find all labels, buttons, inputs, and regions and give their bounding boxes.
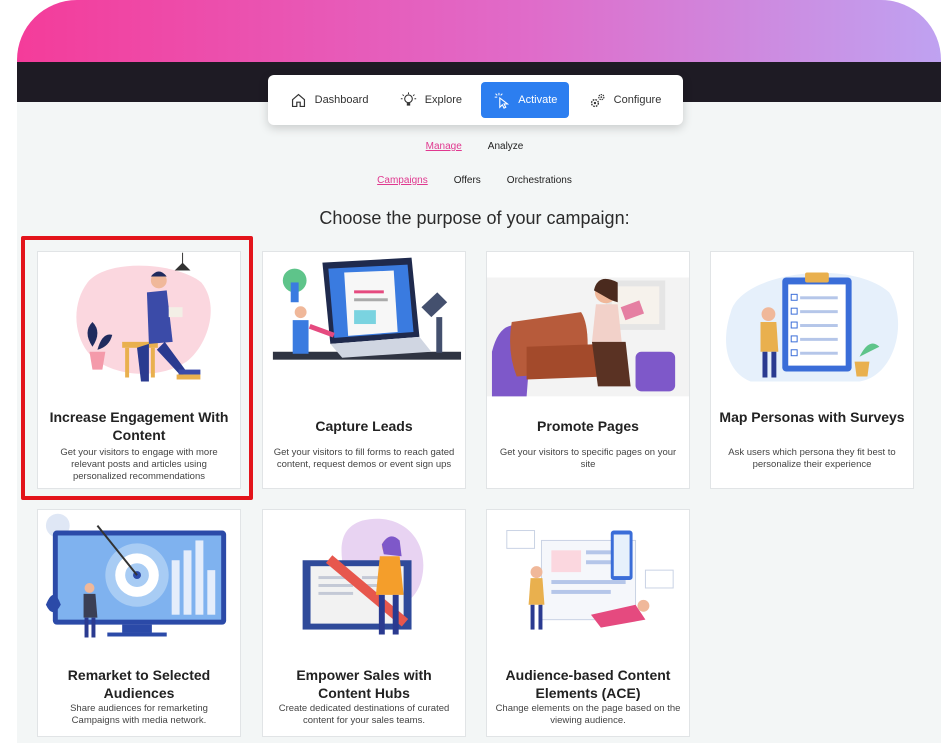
card-description: Get your visitors to engage with more re…	[60, 447, 218, 482]
card-title: Audience-based Content Elements (ACE)	[505, 667, 671, 701]
target-monitor-illustration	[45, 513, 227, 638]
tab-offers[interactable]: Offers	[454, 175, 481, 186]
subnav-manage[interactable]: Manage	[426, 141, 462, 152]
click-icon	[494, 92, 510, 109]
lightbulb-icon	[400, 91, 416, 106]
sofa-reader-illustration	[487, 277, 689, 397]
page-heading: Choose the purpose of your campaign:	[319, 208, 630, 228]
card-description: Ask users which persona they fit best to…	[728, 447, 896, 470]
content-elements-illustration	[506, 530, 674, 630]
card-description: Create dedicated destinations of curated…	[278, 703, 450, 726]
tab-bar: Campaigns Offers Orchestrations	[0, 175, 949, 186]
card-description: Get your visitors to specific pages on y…	[499, 447, 677, 470]
card-description: Get your visitors to fill forms to reach…	[273, 447, 455, 470]
card-capture-leads[interactable]: Capture Leads Get your visitors to fill …	[262, 251, 466, 489]
pencil-book-illustration	[302, 518, 424, 635]
nav-configure[interactable]: Configure	[577, 82, 674, 118]
nav-dashboard[interactable]: Dashboard	[278, 82, 381, 118]
reading-person-illustration	[76, 252, 211, 382]
nav-explore-label: Explore	[424, 94, 462, 106]
card-title: Remarket to Selected Audiences	[67, 667, 211, 701]
nav-dashboard-label: Dashboard	[314, 94, 369, 106]
card-title: Map Personas with Surveys	[719, 409, 905, 425]
card-description: Share audiences for remarketing Campaign…	[70, 703, 208, 726]
card-map-personas[interactable]: Map Personas with Surveys Ask users whic…	[710, 251, 914, 489]
card-description: Change elements on the page based on the…	[495, 703, 681, 726]
card-remarket[interactable]: Remarket to Selected Audiences Share aud…	[37, 509, 241, 737]
subnav-analyze[interactable]: Analyze	[488, 141, 524, 152]
tab-orchestrations[interactable]: Orchestrations	[507, 175, 572, 186]
nav-activate-label: Activate	[518, 94, 558, 106]
gears-icon	[590, 93, 605, 107]
card-promote-pages[interactable]: Promote Pages Get your visitors to speci…	[486, 251, 690, 489]
clipboard-survey-illustration	[726, 272, 899, 382]
nav-activate[interactable]: Activate	[481, 82, 570, 118]
card-ace[interactable]: Audience-based Content Elements (ACE) Ch…	[486, 509, 690, 737]
card-increase-engagement[interactable]: Increase Engagement With Content Get you…	[37, 251, 241, 489]
nav-explore[interactable]: Explore	[388, 82, 474, 118]
laptop-form-illustration	[272, 257, 462, 360]
card-title: Empower Sales with Content Hubs	[296, 667, 432, 701]
nav-configure-label: Configure	[613, 94, 662, 106]
home-icon	[291, 93, 305, 107]
subnav: Manage Analyze	[0, 141, 949, 152]
card-title: Promote Pages	[537, 418, 639, 434]
card-title: Increase Engagement With Content	[49, 409, 229, 443]
card-empower-sales[interactable]: Empower Sales with Content Hubs Create d…	[262, 509, 466, 737]
card-title: Capture Leads	[315, 418, 413, 434]
tab-campaigns[interactable]: Campaigns	[377, 175, 428, 186]
main-nav: Dashboard Explore Activate Configure	[268, 75, 683, 125]
